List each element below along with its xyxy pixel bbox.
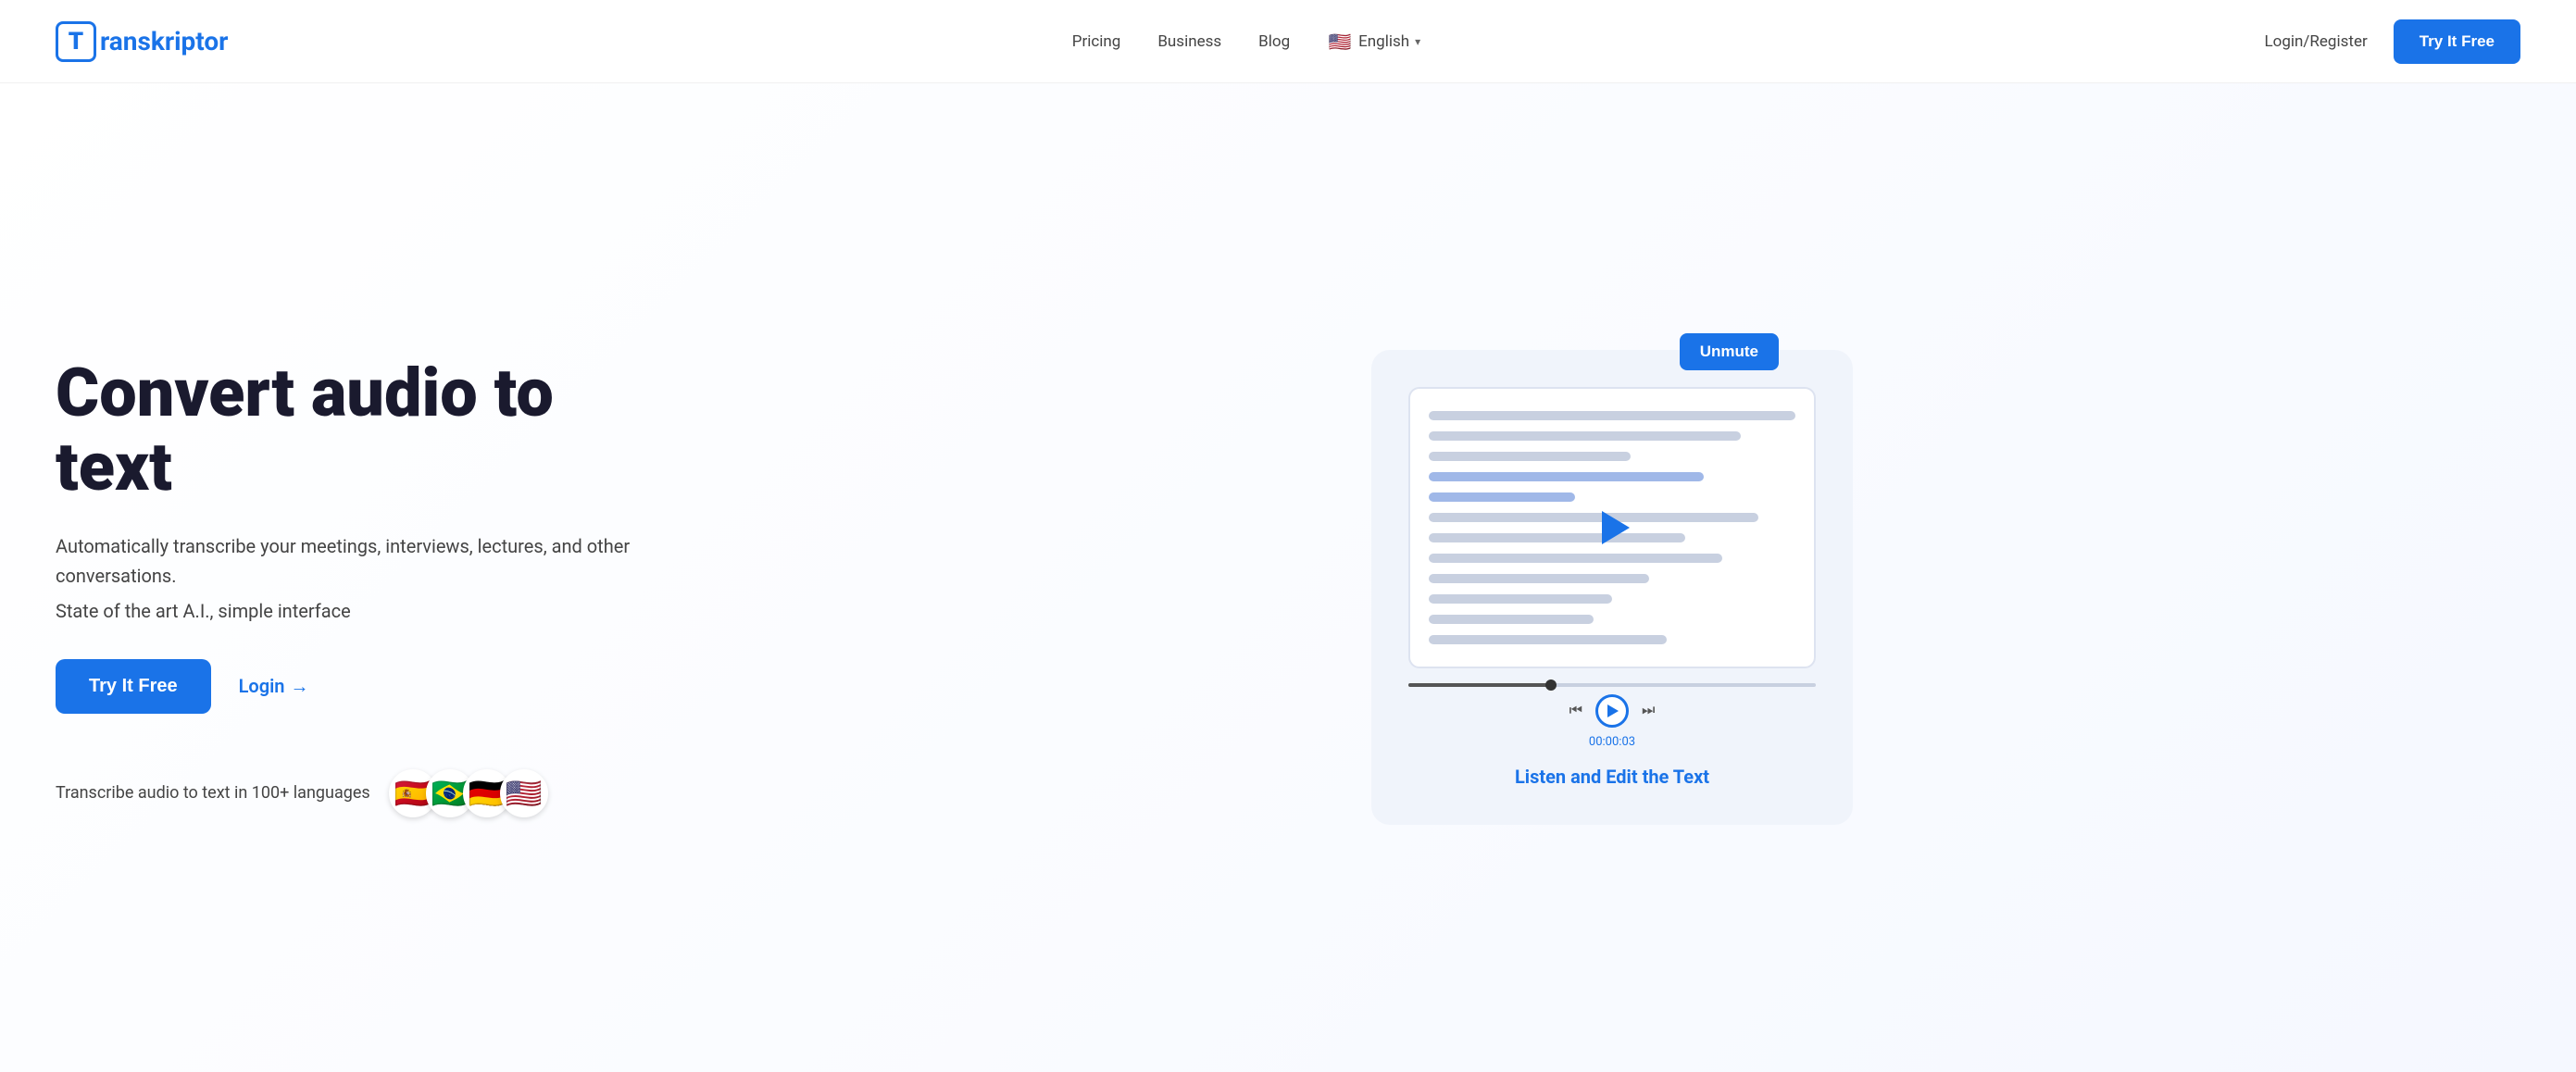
hero-title: Convert audio to text <box>56 356 667 503</box>
fast-forward-button[interactable]: ⏭ <box>1642 703 1655 719</box>
text-line-3 <box>1429 452 1631 461</box>
chevron-down-icon: ▾ <box>1415 35 1420 48</box>
transcript-box <box>1408 387 1816 668</box>
language-selector[interactable]: 🇺🇸 English ▾ <box>1327 29 1420 55</box>
logo-icon: T <box>56 21 96 62</box>
try-free-nav-button[interactable]: Try It Free <box>2394 19 2520 64</box>
hero-description-2: State of the art A.I., simple interface <box>56 600 667 622</box>
nav-links: Pricing Business Blog 🇺🇸 English ▾ <box>1072 29 1420 55</box>
logo-text: ranskriptor <box>100 26 228 56</box>
flag-circles: 🇪🇸 🇧🇷 🇩🇪 🇺🇸 <box>389 769 548 817</box>
text-line-11 <box>1429 615 1594 624</box>
text-line-7 <box>1429 533 1685 542</box>
nav-pricing[interactable]: Pricing <box>1072 32 1121 51</box>
play-pause-button[interactable] <box>1595 694 1629 728</box>
logo[interactable]: T ranskriptor <box>56 21 228 62</box>
text-line-2 <box>1429 431 1741 441</box>
try-free-hero-button[interactable]: Try It Free <box>56 659 211 714</box>
audio-progress-bar[interactable] <box>1408 683 1816 687</box>
language-flag: 🇺🇸 <box>1327 29 1353 55</box>
nav-business[interactable]: Business <box>1157 32 1221 51</box>
text-line-10 <box>1429 594 1612 604</box>
text-line-5 <box>1429 492 1575 502</box>
nav-right: Login/Register Try It Free <box>2265 19 2520 64</box>
text-line-9 <box>1429 574 1649 583</box>
text-line-4 <box>1429 472 1704 481</box>
audio-bar-thumb <box>1545 679 1557 691</box>
hero-right: Unmute <box>704 350 2520 825</box>
text-line-8 <box>1429 554 1722 563</box>
text-line-6 <box>1429 513 1758 522</box>
navbar: T ranskriptor Pricing Business Blog 🇺🇸 E… <box>0 0 2576 83</box>
audio-controls: ⏮ ⏭ 00:00:03 <box>1408 683 1816 749</box>
login-register-link[interactable]: Login/Register <box>2265 32 2368 51</box>
text-line-12 <box>1429 635 1667 644</box>
play-icon <box>1602 511 1630 544</box>
hero-description-1: Automatically transcribe your meetings, … <box>56 531 667 591</box>
languages-text: Transcribe audio to text in 100+ languag… <box>56 783 370 803</box>
nav-blog[interactable]: Blog <box>1258 32 1290 51</box>
hero-section: Convert audio to text Automatically tran… <box>0 83 2576 1072</box>
language-label: English <box>1358 32 1409 51</box>
login-link[interactable]: Login → <box>239 675 309 698</box>
demo-container: Unmute <box>1371 350 1853 825</box>
control-buttons: ⏮ ⏭ <box>1569 694 1656 728</box>
listen-edit-text: Listen and Edit the Text <box>1408 766 1816 788</box>
flag-usa: 🇺🇸 <box>500 769 548 817</box>
audio-bar-filled <box>1408 683 1551 687</box>
timestamp: 00:00:03 <box>1589 735 1635 749</box>
unmute-button[interactable]: Unmute <box>1680 333 1779 370</box>
rewind-button[interactable]: ⏮ <box>1569 703 1582 719</box>
languages-row: Transcribe audio to text in 100+ languag… <box>56 769 667 817</box>
hero-left: Convert audio to text Automatically tran… <box>56 356 704 816</box>
play-triangle-icon <box>1607 704 1619 717</box>
hero-buttons: Try It Free Login → <box>56 659 667 714</box>
text-line-1 <box>1429 411 1795 420</box>
